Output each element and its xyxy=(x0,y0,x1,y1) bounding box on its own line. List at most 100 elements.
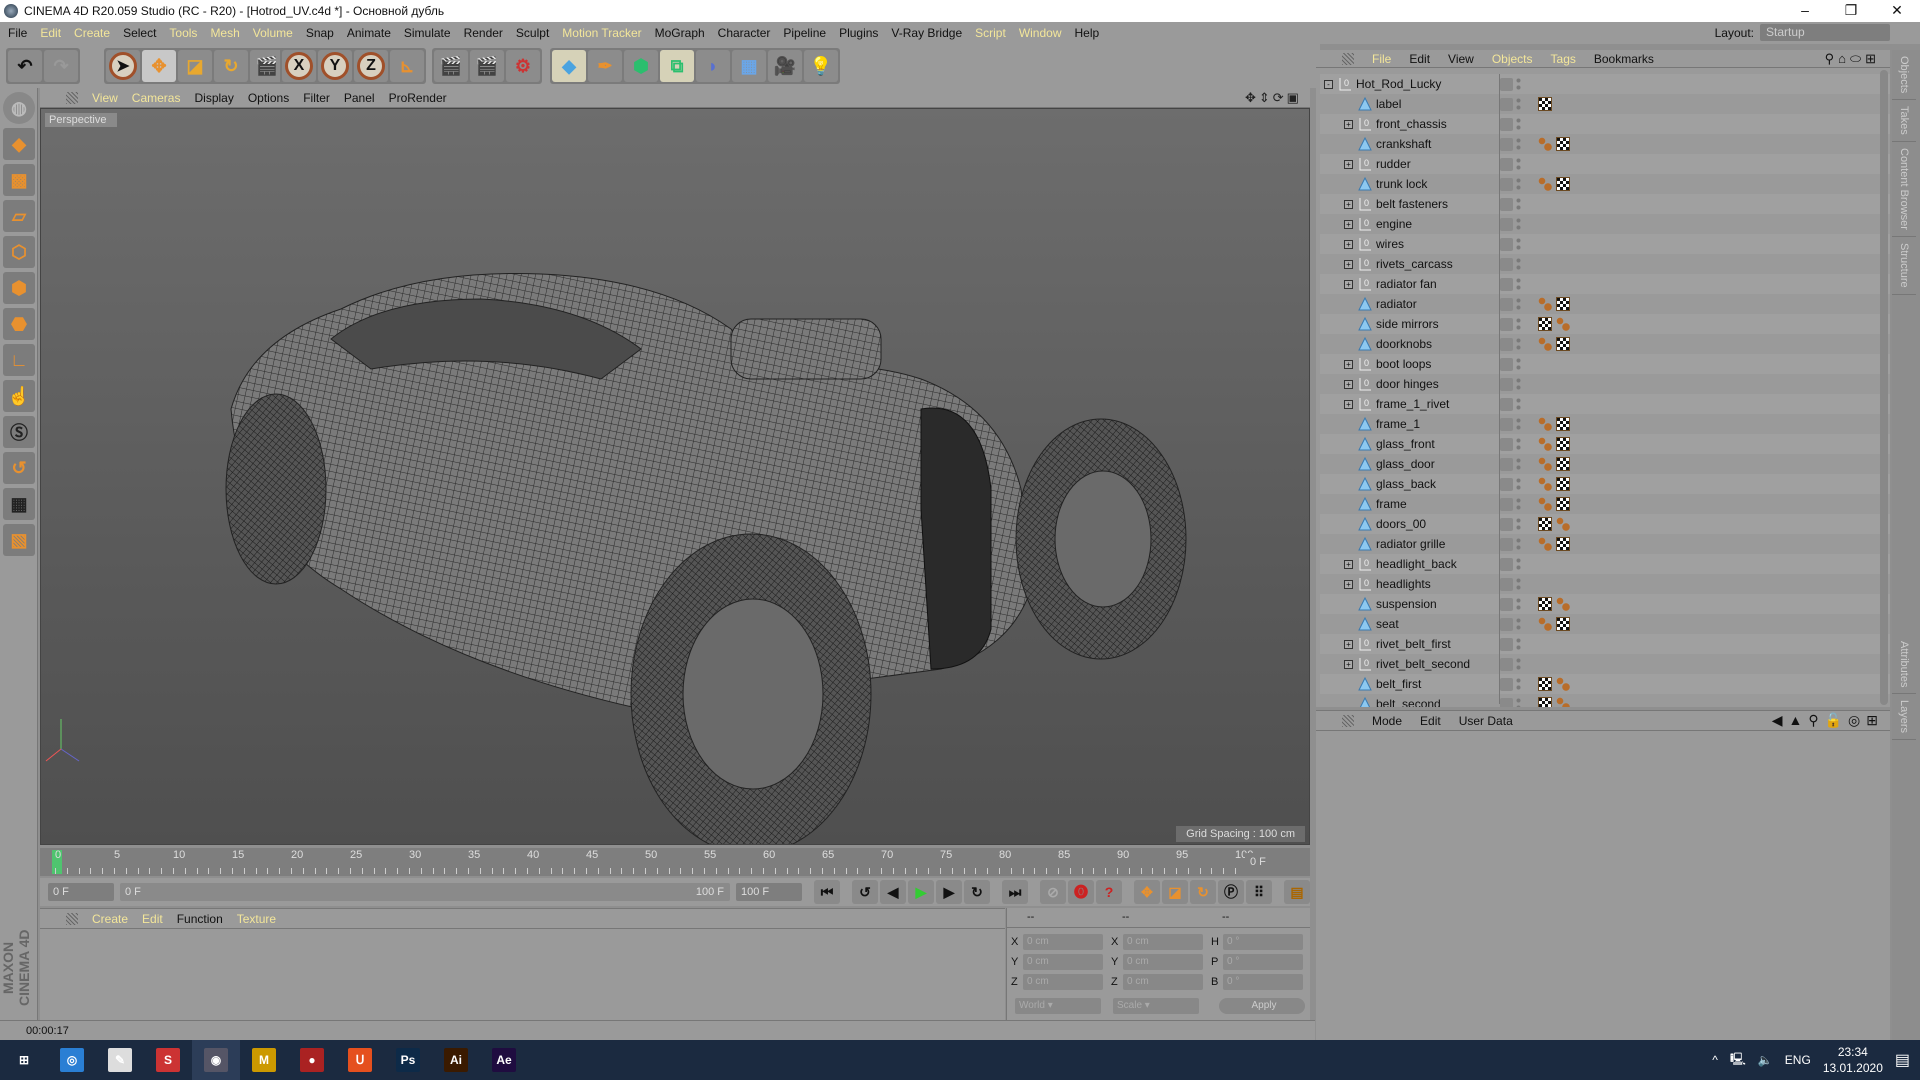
viewport-perspective[interactable]: Perspective Grid Spacing : 100 cm xyxy=(40,108,1310,845)
object-row[interactable]: glass_back xyxy=(1320,474,1890,494)
layer-visibility-toggle[interactable] xyxy=(1500,497,1513,511)
material-menu-grip-handle[interactable] xyxy=(66,912,78,925)
expand-toggle[interactable]: + xyxy=(1344,239,1353,249)
editor-render-visibility-dots[interactable] xyxy=(1516,617,1521,631)
editor-render-visibility-dots[interactable] xyxy=(1516,577,1521,591)
clock[interactable]: 23:34 13.01.2020 xyxy=(1823,1044,1883,1076)
object-name[interactable]: frame_1_rivet xyxy=(1376,397,1449,411)
object-row[interactable]: +0 frame_1_rivet xyxy=(1320,394,1890,414)
expand-toggle[interactable]: + xyxy=(1344,579,1353,589)
phong-tag-icon[interactable] xyxy=(1538,417,1552,431)
phong-tag-icon[interactable] xyxy=(1556,677,1570,691)
make-editable-icon[interactable]: ◍ xyxy=(3,92,35,124)
object-row[interactable]: glass_front xyxy=(1320,434,1890,454)
coord-field-rot-b[interactable]: 0 ° xyxy=(1223,974,1303,990)
coordinate-mode-dropdown[interactable]: World ▾ xyxy=(1015,998,1101,1014)
object-row[interactable]: +0 headlights xyxy=(1320,574,1890,594)
editor-render-visibility-dots[interactable] xyxy=(1516,277,1521,291)
editor-render-visibility-dots[interactable] xyxy=(1516,137,1521,151)
object-name[interactable]: crankshaft xyxy=(1376,137,1431,151)
object-row[interactable]: frame xyxy=(1320,494,1890,514)
phong-tag-icon[interactable] xyxy=(1538,137,1552,151)
snap-icon[interactable]: ↺ xyxy=(3,452,35,484)
uvw-tag-icon[interactable] xyxy=(1556,177,1570,191)
object-name[interactable]: rivets_carcass xyxy=(1376,257,1453,271)
layer-visibility-toggle[interactable] xyxy=(1500,77,1513,91)
layout-dropdown[interactable]: Startup xyxy=(1760,24,1890,41)
object-menu-item-bookmarks[interactable]: Bookmarks xyxy=(1594,52,1654,66)
object-row[interactable]: +0 headlight_back xyxy=(1320,554,1890,574)
menu-item-animate[interactable]: Animate xyxy=(347,26,391,40)
expand-toggle[interactable]: + xyxy=(1344,199,1353,209)
editor-render-visibility-dots[interactable] xyxy=(1516,417,1521,431)
menu-item-v-ray-bridge[interactable]: V-Ray Bridge xyxy=(891,26,962,40)
object-row[interactable]: +0 rivet_belt_first xyxy=(1320,634,1890,654)
timeline-ruler[interactable]: 0510152025303540455055606570758085909510… xyxy=(40,848,1310,876)
layer-visibility-toggle[interactable] xyxy=(1500,137,1513,151)
language-indicator[interactable]: ENG xyxy=(1785,1053,1811,1067)
object-name[interactable]: radiator fan xyxy=(1376,277,1437,291)
subdivision-icon[interactable]: ⬢ xyxy=(624,50,658,82)
layer-visibility-toggle[interactable] xyxy=(1500,677,1513,691)
collapse-toggle[interactable]: - xyxy=(1324,79,1333,89)
object-name[interactable]: doors_00 xyxy=(1376,517,1426,531)
coord-field-size-x[interactable]: 0 cm xyxy=(1123,934,1203,950)
menu-item-script[interactable]: Script xyxy=(975,26,1006,40)
object-name[interactable]: headlights xyxy=(1376,577,1431,591)
object-row[interactable]: +0 belt fasteners xyxy=(1320,194,1890,214)
menu-item-select[interactable]: Select xyxy=(123,26,156,40)
live-selection-icon[interactable]: 🎬 xyxy=(250,50,284,82)
editor-render-visibility-dots[interactable] xyxy=(1516,297,1521,311)
cube-icon[interactable]: ◆ xyxy=(552,50,586,82)
uvw-tag-icon[interactable] xyxy=(1556,297,1570,311)
editor-render-visibility-dots[interactable] xyxy=(1516,217,1521,231)
autokey-icon[interactable]: ? xyxy=(1096,880,1122,904)
taskbar-cinema4d-icon[interactable]: ◉ xyxy=(192,1040,240,1080)
object-row[interactable]: - 0 Hot_Rod_Lucky xyxy=(1320,74,1890,94)
object-row[interactable]: side mirrors xyxy=(1320,314,1890,334)
editor-render-visibility-dots[interactable] xyxy=(1516,657,1521,671)
object-name[interactable]: frame xyxy=(1376,497,1407,511)
editor-render-visibility-dots[interactable] xyxy=(1516,117,1521,131)
taskbar-start-icon[interactable]: ⊞ xyxy=(0,1040,48,1080)
viewport-menu-item-display[interactable]: Display xyxy=(194,91,233,105)
phong-tag-icon[interactable] xyxy=(1538,337,1552,351)
end-frame-field[interactable]: 100 F xyxy=(736,883,802,901)
layer-visibility-toggle[interactable] xyxy=(1500,537,1513,551)
taskbar-houdini-icon[interactable]: ᑌ xyxy=(336,1040,384,1080)
viewport-menu-item-panel[interactable]: Panel xyxy=(344,91,375,105)
menu-item-window[interactable]: Window xyxy=(1019,26,1062,40)
coordinate-system-icon[interactable]: ⊾ xyxy=(390,50,424,82)
layer-visibility-toggle[interactable] xyxy=(1500,637,1513,651)
object-row[interactable]: +0 door hinges xyxy=(1320,374,1890,394)
viewport-menu-grip-handle[interactable] xyxy=(66,91,78,104)
uvw-tag-icon[interactable] xyxy=(1556,537,1570,551)
layer-visibility-toggle[interactable] xyxy=(1500,397,1513,411)
object-name[interactable]: rivet_belt_second xyxy=(1376,657,1470,671)
editor-render-visibility-dots[interactable] xyxy=(1516,337,1521,351)
editor-render-visibility-dots[interactable] xyxy=(1516,157,1521,171)
object-name[interactable]: glass_front xyxy=(1376,437,1435,451)
taskbar-browser-icon[interactable]: ◎ xyxy=(48,1040,96,1080)
object-menu-item-tags[interactable]: Tags xyxy=(1551,52,1576,66)
solo-icon[interactable]: Ⓢ xyxy=(3,416,35,448)
coord-field-size-z[interactable]: 0 cm xyxy=(1123,974,1203,990)
object-name[interactable]: door hinges xyxy=(1376,377,1439,391)
layer-visibility-toggle[interactable] xyxy=(1500,217,1513,231)
uvw-tag-icon[interactable] xyxy=(1556,437,1570,451)
object-name[interactable]: radiator xyxy=(1376,297,1417,311)
editor-render-visibility-dots[interactable] xyxy=(1516,517,1521,531)
x-axis-lock-icon[interactable]: X xyxy=(282,50,316,82)
layer-visibility-toggle[interactable] xyxy=(1500,577,1513,591)
uvw-tag-icon[interactable] xyxy=(1556,497,1570,511)
layer-visibility-toggle[interactable] xyxy=(1500,277,1513,291)
editor-render-visibility-dots[interactable] xyxy=(1516,477,1521,491)
layer-visibility-toggle[interactable] xyxy=(1500,317,1513,331)
menu-item-file[interactable]: File xyxy=(8,26,27,40)
object-row[interactable]: belt_second xyxy=(1320,694,1890,707)
object-menu-item-objects[interactable]: Objects xyxy=(1492,52,1533,66)
expand-toggle[interactable]: + xyxy=(1344,279,1353,289)
undo-icon[interactable]: ↶ xyxy=(8,50,42,82)
light-icon[interactable]: 💡 xyxy=(804,50,838,82)
object-name[interactable]: engine xyxy=(1376,217,1412,231)
